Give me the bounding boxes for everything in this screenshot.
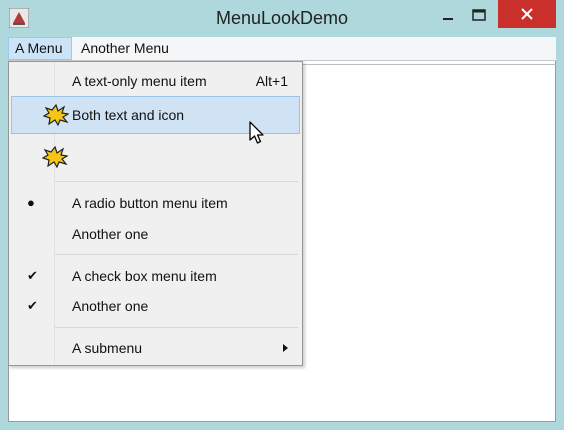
maximize-icon bbox=[472, 9, 486, 21]
close-button[interactable] bbox=[498, 0, 556, 28]
menu-another[interactable]: Another Menu bbox=[75, 37, 180, 60]
star-burst-icon bbox=[43, 104, 69, 126]
menu-item-submenu[interactable]: A submenu bbox=[11, 334, 300, 364]
content-divider bbox=[302, 64, 556, 65]
mouse-pointer-icon bbox=[249, 121, 264, 144]
close-icon bbox=[521, 8, 533, 20]
star-burst-icon bbox=[42, 146, 68, 168]
menu-item-label: Another one bbox=[72, 226, 149, 242]
menu-item-label: A submenu bbox=[72, 340, 143, 356]
menu-item-radio-2[interactable]: Another one bbox=[11, 220, 300, 250]
menu-separator bbox=[55, 327, 298, 328]
accelerator-label: Alt+1 bbox=[255, 73, 288, 89]
dropdown-menu: A text-only menu item Alt+1 Both text an… bbox=[8, 61, 303, 366]
radio-selected-icon: ● bbox=[27, 195, 35, 210]
app-window: MenuLookDemo A Menu Another Menu A text-… bbox=[0, 0, 564, 430]
menu-bar: A Menu Another Menu bbox=[8, 37, 556, 61]
menu-item-text-only[interactable]: A text-only menu item Alt+1 bbox=[11, 67, 300, 97]
menu-item-checkbox-1[interactable]: ✔ A check box menu item bbox=[11, 262, 300, 292]
menu-separator bbox=[55, 254, 298, 255]
checkmark-icon: ✔ bbox=[27, 298, 38, 313]
minimize-button[interactable] bbox=[432, 0, 464, 30]
minimize-icon bbox=[443, 18, 453, 20]
submenu-arrow-icon bbox=[283, 344, 288, 352]
menu-item-label: A radio button menu item bbox=[72, 195, 228, 211]
menu-item-radio-1[interactable]: ● A radio button menu item bbox=[11, 189, 300, 219]
title-bar[interactable]: MenuLookDemo bbox=[0, 0, 564, 36]
maximize-button[interactable] bbox=[464, 0, 494, 30]
menu-separator bbox=[55, 181, 298, 182]
menu-item-label: A check box menu item bbox=[72, 268, 217, 284]
menu-item-label: A text-only menu item bbox=[72, 73, 207, 89]
menu-item-icon-only[interactable] bbox=[11, 142, 300, 172]
menu-item-label: Another one bbox=[72, 298, 149, 314]
menu-item-checkbox-2[interactable]: ✔ Another one bbox=[11, 292, 300, 322]
menu-item-label: Both text and icon bbox=[72, 107, 185, 123]
menu-a[interactable]: A Menu bbox=[8, 37, 72, 60]
checkmark-icon: ✔ bbox=[27, 268, 38, 283]
